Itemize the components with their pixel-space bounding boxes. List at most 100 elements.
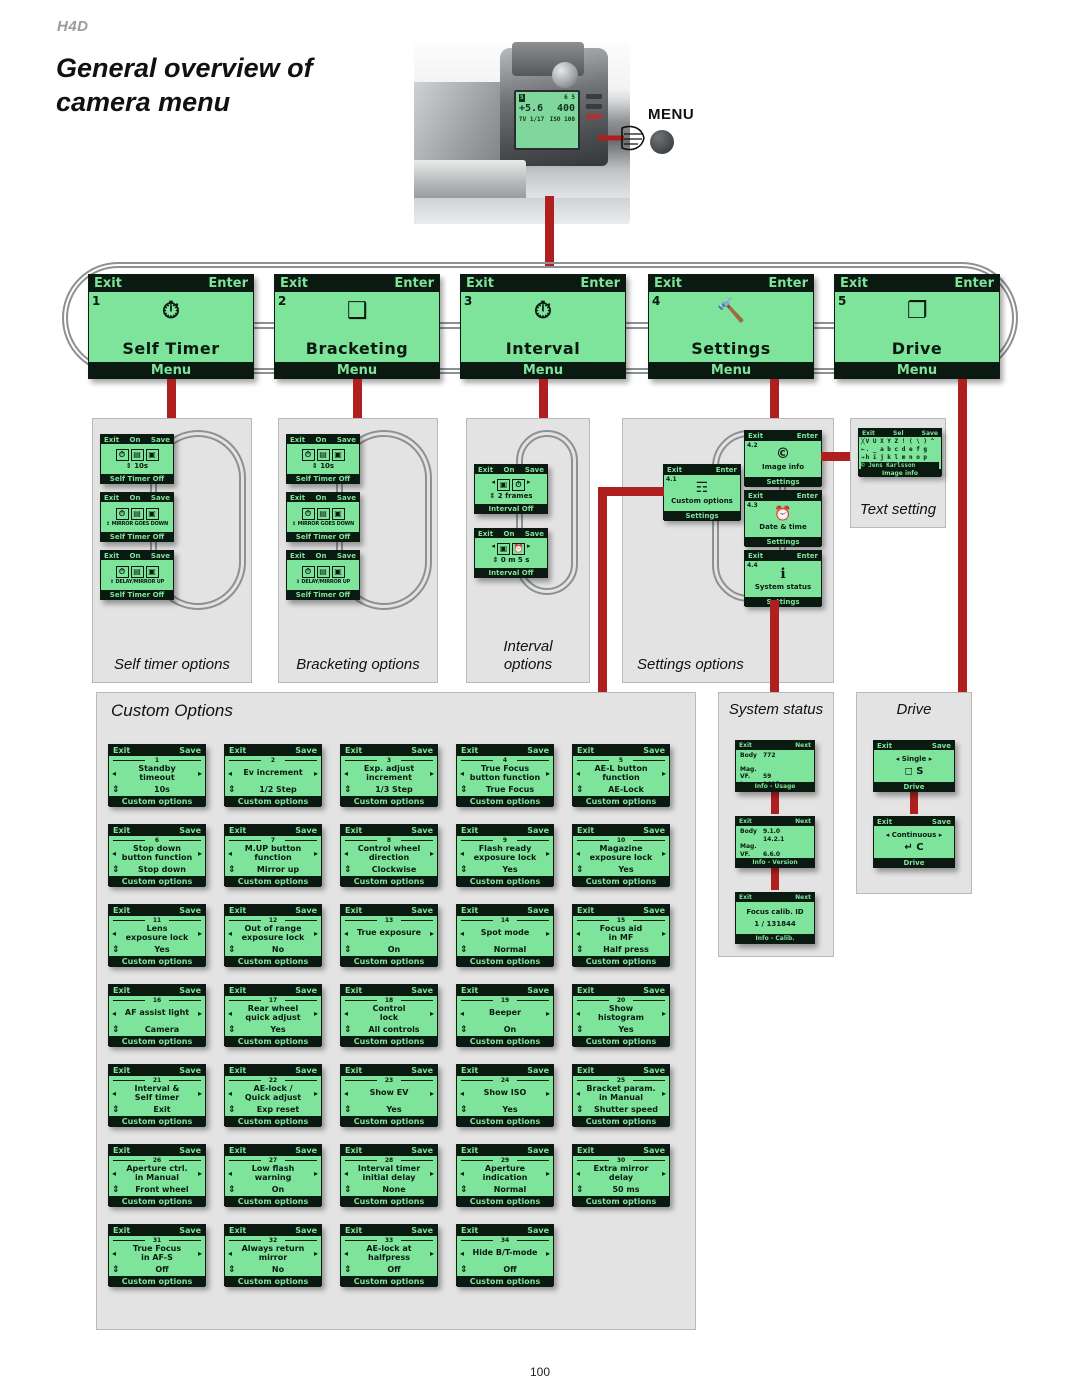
ts-save[interactable]: Save xyxy=(920,430,940,437)
right-arrow-icon[interactable]: ▸ xyxy=(198,1009,202,1018)
updown-arrow-icon[interactable]: ⇕ xyxy=(576,945,586,955)
self-timer-option-1[interactable]: Exit On Save ⏱ ▤ ▣ ⇕ 10s Self Timer Off xyxy=(100,434,174,484)
right-arrow-icon[interactable]: ▸ xyxy=(198,1089,202,1098)
right-arrow-icon[interactable]: ▸ xyxy=(662,849,666,858)
co-23-save[interactable]: Save xyxy=(408,1066,436,1075)
custom-option-7[interactable]: Exit Save 7 ◂ M.UP button function ▸ ⇕ Mirror up… xyxy=(224,824,322,887)
menu-screen-drive[interactable]: Exit Enter 5 ❐ Drive Menu xyxy=(834,274,1000,379)
co-25-save[interactable]: Save xyxy=(640,1066,668,1075)
settings-screen-image-info[interactable]: Exit Enter 4.2 © Image info Settings xyxy=(744,430,822,487)
right-arrow-icon[interactable]: ▸ xyxy=(198,929,202,938)
custom-option-16[interactable]: Exit Save 16 ◂ AF assist light ▸ ⇕ Camera Custom… xyxy=(108,984,206,1047)
menu-screen-settings[interactable]: Exit Enter 4 🔨 Settings Menu xyxy=(648,274,814,379)
set1-enter[interactable]: Enter xyxy=(714,466,739,474)
co-25-exit[interactable]: Exit xyxy=(574,1066,597,1075)
co-1-exit[interactable]: Exit xyxy=(110,746,133,755)
co-6-exit[interactable]: Exit xyxy=(110,826,133,835)
co-17-exit[interactable]: Exit xyxy=(226,986,249,995)
co-23-exit[interactable]: Exit xyxy=(342,1066,365,1075)
right-arrow-icon[interactable]: ▸ xyxy=(662,769,666,778)
custom-option-10[interactable]: Exit Save 10 ◂ Magazine exposure lock ▸ ⇕ Yes Cus… xyxy=(572,824,670,887)
co-11-save[interactable]: Save xyxy=(176,906,204,915)
set3-enter[interactable]: Enter xyxy=(795,492,820,500)
menu-5-exit[interactable]: Exit xyxy=(836,276,872,291)
updown-arrow-icon[interactable]: ⇕ xyxy=(460,785,470,795)
bracketing-option-3[interactable]: Exit On Save ⏱ ▤ ▣ ⇕ DELAY/MIRROR UP Sel… xyxy=(286,550,360,600)
ss3-exit[interactable]: Exit xyxy=(737,894,754,901)
iv1-exit[interactable]: Exit xyxy=(476,466,495,474)
updown-arrow-icon[interactable]: ⇕ xyxy=(460,1105,470,1115)
co-26-save[interactable]: Save xyxy=(176,1146,204,1155)
right-arrow-icon[interactable]: ▸ xyxy=(546,769,550,778)
custom-option-29[interactable]: Exit Save 29 ◂ Aperture indication ▸ ⇕ Normal Cus… xyxy=(456,1144,554,1207)
br1-save[interactable]: Save xyxy=(335,436,358,444)
right-arrow-icon[interactable]: ▸ xyxy=(662,929,666,938)
bracketing-option-1[interactable]: Exit On Save ⏱ ▤ ▣ ⇕ 10s Self Timer Off xyxy=(286,434,360,484)
right-arrow-icon[interactable]: ▸ xyxy=(198,1249,202,1258)
right-arrow-icon[interactable]: ▸ xyxy=(314,929,318,938)
updown-arrow-icon[interactable]: ⇕ xyxy=(344,1265,354,1275)
updown-arrow-icon[interactable]: ⇕ xyxy=(228,785,238,795)
updown-arrow-icon[interactable]: ⇕ xyxy=(228,1265,238,1275)
right-arrow-icon[interactable]: ▸ xyxy=(662,1169,666,1178)
self-timer-option-2[interactable]: Exit On Save ⏱ ▤ ▣ ⇕ MIRROR GOES DOWN Se… xyxy=(100,492,174,542)
st1-on[interactable]: On xyxy=(128,436,143,444)
updown-arrow-icon[interactable]: ⇕ xyxy=(344,865,354,875)
co-27-exit[interactable]: Exit xyxy=(226,1146,249,1155)
co-12-exit[interactable]: Exit xyxy=(226,906,249,915)
co-15-save[interactable]: Save xyxy=(640,906,668,915)
ts-sel[interactable]: Sel xyxy=(891,430,905,437)
custom-option-22[interactable]: Exit Save 22 ◂ AE-lock / Quick adjust ▸ ⇕ Exp re… xyxy=(224,1064,322,1127)
co-12-save[interactable]: Save xyxy=(292,906,320,915)
co-21-exit[interactable]: Exit xyxy=(110,1066,133,1075)
co-4-exit[interactable]: Exit xyxy=(458,746,481,755)
co-34-exit[interactable]: Exit xyxy=(458,1226,481,1235)
custom-option-18[interactable]: Exit Save 18 ◂ Control lock ▸ ⇕ All controls Cust… xyxy=(340,984,438,1047)
set3-exit[interactable]: Exit xyxy=(746,492,765,500)
custom-option-9[interactable]: Exit Save 9 ◂ Flash ready exposure lock ▸ ⇕ Yes C… xyxy=(456,824,554,887)
co-19-exit[interactable]: Exit xyxy=(458,986,481,995)
br3-exit[interactable]: Exit xyxy=(288,552,307,560)
menu-3-exit[interactable]: Exit xyxy=(462,276,498,291)
co-32-exit[interactable]: Exit xyxy=(226,1226,249,1235)
updown-arrow-icon[interactable]: ⇕ xyxy=(576,785,586,795)
co-28-exit[interactable]: Exit xyxy=(342,1146,365,1155)
co-22-exit[interactable]: Exit xyxy=(226,1066,249,1075)
updown-arrow-icon[interactable]: ⇕ xyxy=(344,785,354,795)
updown-arrow-icon[interactable]: ⇕ xyxy=(576,1025,586,1035)
custom-option-23[interactable]: Exit Save 23 ◂ Show EV ▸ ⇕ Yes Custom options xyxy=(340,1064,438,1127)
co-30-exit[interactable]: Exit xyxy=(574,1146,597,1155)
custom-option-19[interactable]: Exit Save 19 ◂ Beeper ▸ ⇕ On Custom options xyxy=(456,984,554,1047)
co-34-save[interactable]: Save xyxy=(524,1226,552,1235)
right-arrow-icon[interactable]: ▸ xyxy=(662,1009,666,1018)
right-arrow-icon[interactable]: ▸ xyxy=(314,849,318,858)
custom-option-20[interactable]: Exit Save 20 ◂ Show histogram ▸ ⇕ Yes Custom opti… xyxy=(572,984,670,1047)
ss2-exit[interactable]: Exit xyxy=(737,818,754,825)
right-arrow-icon[interactable]: ▸ xyxy=(546,929,550,938)
br3-save[interactable]: Save xyxy=(335,552,358,560)
co-3-save[interactable]: Save xyxy=(408,746,436,755)
co-16-exit[interactable]: Exit xyxy=(110,986,133,995)
custom-option-31[interactable]: Exit Save 31 ◂ True Focus in AF-S ▸ ⇕ Off Custom … xyxy=(108,1224,206,1287)
dr2-save[interactable]: Save xyxy=(930,818,953,826)
updown-arrow-icon[interactable]: ⇕ xyxy=(228,1105,238,1115)
co-5-exit[interactable]: Exit xyxy=(574,746,597,755)
set4-exit[interactable]: Exit xyxy=(746,552,765,560)
co-7-exit[interactable]: Exit xyxy=(226,826,249,835)
right-arrow-icon[interactable]: ▸ xyxy=(314,1169,318,1178)
updown-arrow-icon[interactable]: ⇕ xyxy=(460,1265,470,1275)
updown-arrow-icon[interactable]: ⇕ xyxy=(112,1025,122,1035)
updown-arrow-icon[interactable]: ⇕ xyxy=(576,1185,586,1195)
settings-screen-date-time[interactable]: Exit Enter 4.3 ⏰ Date & time Settings xyxy=(744,490,822,547)
custom-option-27[interactable]: Exit Save 27 ◂ Low flash warning ▸ ⇕ On Custom op… xyxy=(224,1144,322,1207)
right-arrow-icon[interactable]: ▸ xyxy=(546,849,550,858)
br1-exit[interactable]: Exit xyxy=(288,436,307,444)
co-13-save[interactable]: Save xyxy=(408,906,436,915)
co-18-exit[interactable]: Exit xyxy=(342,986,365,995)
updown-arrow-icon[interactable]: ⇕ xyxy=(112,1185,122,1195)
co-15-exit[interactable]: Exit xyxy=(574,906,597,915)
right-arrow-icon[interactable]: ▸ xyxy=(546,1009,550,1018)
custom-option-30[interactable]: Exit Save 30 ◂ Extra mirror delay ▸ ⇕ 50 ms Custo… xyxy=(572,1144,670,1207)
right-arrow-icon[interactable]: ▸ xyxy=(198,1169,202,1178)
ss1-exit[interactable]: Exit xyxy=(737,742,754,749)
